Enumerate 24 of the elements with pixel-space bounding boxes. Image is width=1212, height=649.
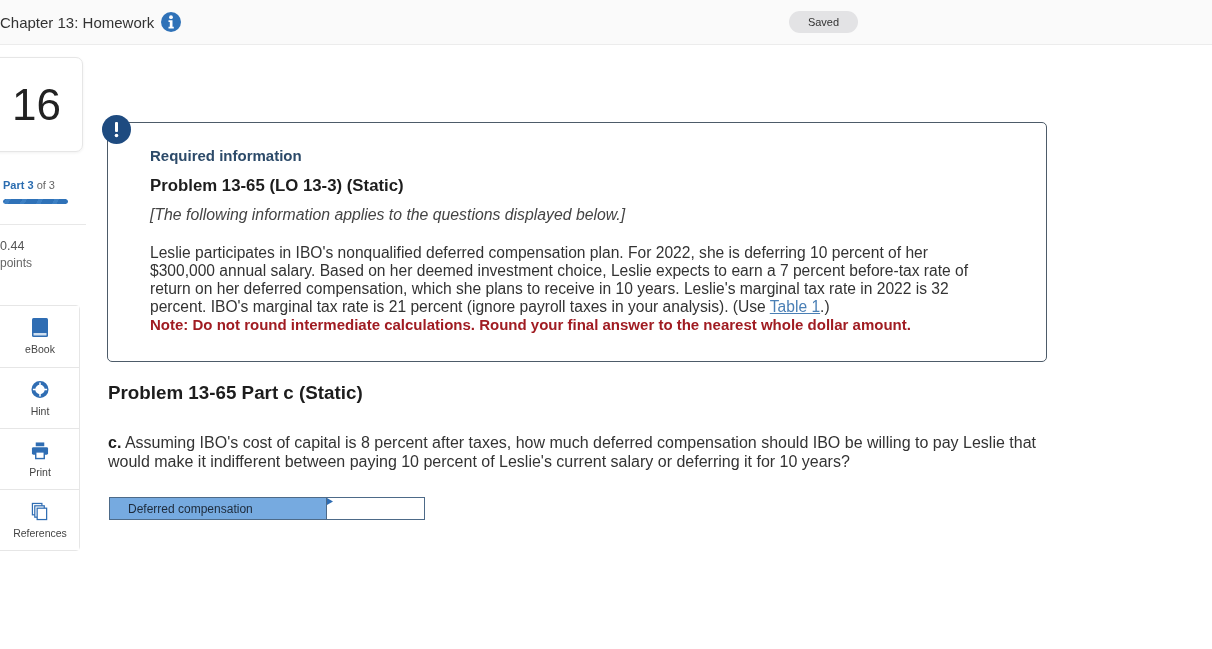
problem-title: Problem 13-65 (LO 13-3) (Static) — [150, 176, 405, 196]
saved-status: Saved — [789, 11, 858, 33]
question-number: 16 — [12, 79, 61, 130]
scenario-text: Leslie participates in IBO's nonqualified deferred compensation plan. For 2022, she is deferring 10 percent of her $300,000 annual salary. Based on her deemed investment choice, Leslie expects to earn a 7 percent before-tax rate of return on her deferred compensation, which she plans to receive in 10 years. Leslie's marginal tax rate in 2022 is 32 percent. IBO's marginal tax rate is 21 percent (ignore payroll taxes in your analysis). (Use Table 1.) — [150, 244, 970, 316]
info-icon[interactable] — [161, 12, 182, 32]
intro-text: [The following information applies to the questions displayed below.] — [150, 206, 627, 224]
required-info-heading: Required information — [150, 147, 303, 165]
life-ring-icon — [31, 379, 49, 399]
printer-icon — [31, 440, 49, 460]
assignment-title: Chapter 13: Homework — [0, 13, 155, 31]
question-text: c. Assuming IBO's cost of capital is 8 percent after taxes, how much deferred compensation should IBO be willing to pay Leslie that would make it indifferent between paying 10 percent of Leslie's current salary or deferring it for 10 years? — [108, 433, 1037, 471]
book-icon — [31, 318, 49, 337]
part-title: Problem 13-65 Part c (Static) — [108, 382, 364, 404]
exclamation-icon — [102, 115, 131, 144]
table-link[interactable]: Table 1 — [769, 298, 821, 315]
note-text: Note: Do not round intermediate calculations. Round your final answer to the nearest whole dollar amount. — [150, 316, 912, 334]
answer-label: Deferred compensation — [109, 497, 326, 520]
answer-field[interactable] — [326, 497, 425, 520]
documents-icon — [31, 501, 49, 521]
tool-button[interactable]: References — [0, 489, 79, 550]
part-progress-label: Part 3 of 3 — [3, 179, 55, 191]
corner-marker-icon — [327, 498, 333, 505]
score-unit: points — [0, 256, 33, 270]
score-value: 0.44 — [0, 239, 25, 253]
